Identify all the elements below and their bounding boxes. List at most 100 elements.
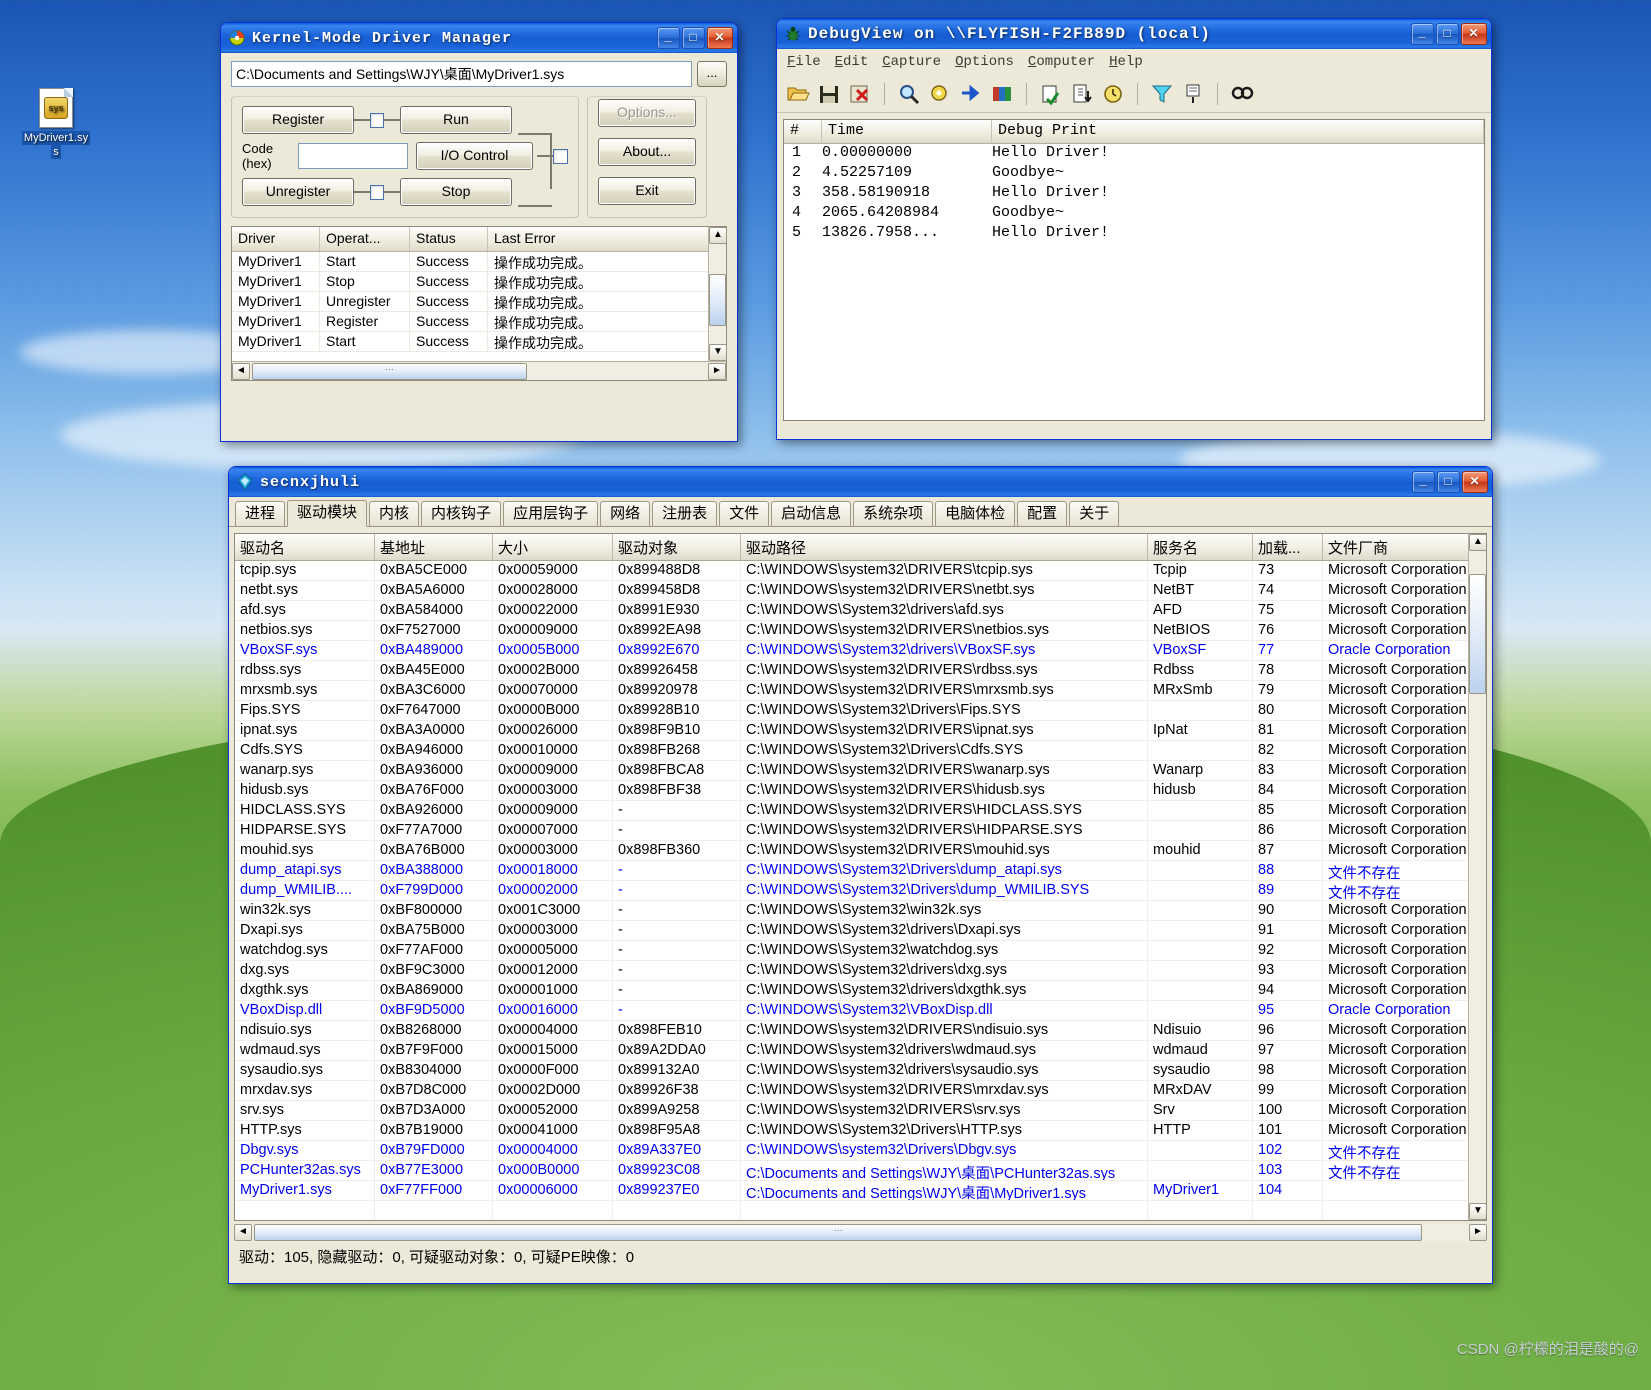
capture-kernel-icon[interactable] <box>958 81 984 107</box>
stop-button[interactable]: Stop <box>399 178 513 206</box>
table-row[interactable]: dxgthk.sys 0xBA869000 0x00001000- C:\WINDOW… <box>235 981 1486 1001</box>
list-item[interactable]: 2 4.52257109 Goodbye~ <box>784 164 1484 184</box>
close-button[interactable]: ✕ <box>1461 23 1487 45</box>
table-row[interactable]: HTTP.sys 0xB7B19000 0x00041000 0x898F95A8 C:… <box>235 1121 1486 1141</box>
capture-win32-icon[interactable] <box>927 81 953 107</box>
menu-item-computer[interactable]: Computer <box>1028 54 1095 70</box>
scroll-track-horizontal[interactable]: ⋯ <box>252 1224 1469 1241</box>
table-row[interactable]: srv.sys 0xB7D3A000 0x00052000 0x899A9258 C:\… <box>235 1101 1486 1121</box>
minimize-button[interactable]: _ <box>1411 23 1434 45</box>
table-row[interactable]: MyDriver1 Stop Success 操作成功完成。 <box>232 272 726 292</box>
menu-item-options[interactable]: Options <box>955 54 1014 70</box>
column-header-load-order[interactable]: 加载... <box>1253 534 1323 560</box>
filter-icon[interactable] <box>1149 81 1175 107</box>
table-row[interactable]: tcpip.sys 0xBA5CE000 0x00059000 0x899488D8 C… <box>235 561 1486 581</box>
save-icon[interactable] <box>816 81 842 107</box>
table-row[interactable]: wanarp.sys 0xBA936000 0x00009000 0x898FBCA8… <box>235 761 1486 781</box>
tab-配置[interactable]: 配置 <box>1017 501 1068 526</box>
driver-path-input[interactable] <box>231 61 692 87</box>
table-row[interactable]: ndisuio.sys 0xB8268000 0x00004000 0x898FEB1… <box>235 1021 1486 1041</box>
table-row[interactable]: HIDCLASS.SYS 0xBA926000 0x00009000- C:\WIND… <box>235 801 1486 821</box>
column-header-driver[interactable]: Driver <box>232 227 320 251</box>
scroll-left-button[interactable]: ◄ <box>232 362 250 380</box>
table-row[interactable]: MyDriver1 Unregister Success 操作成功完成。 <box>232 292 726 312</box>
table-row[interactable]: mrxdav.sys 0xB7D8C000 0x0002D000 0x89926F38… <box>235 1081 1486 1101</box>
maximize-button[interactable]: □ <box>682 27 705 49</box>
autoscroll-icon[interactable] <box>1038 81 1064 107</box>
table-row[interactable]: afd.sys 0xBA584000 0x00022000 0x8991E930 C:\… <box>235 601 1486 621</box>
secnx-horizontal-scrollbar[interactable]: ◄ ⋯ ► <box>234 1223 1487 1242</box>
column-header-size[interactable]: 大小 <box>493 534 613 560</box>
register-button[interactable]: Register <box>242 106 355 134</box>
table-row[interactable]: dump_atapi.sys 0xBA388000 0x00018000- C:\WI… <box>235 861 1486 881</box>
io-control-button[interactable]: I/O Control <box>416 142 533 170</box>
debugview-titlebar[interactable]: DebugView on \\FLYFISH-F2FB89D (local) _… <box>777 19 1491 49</box>
secnx-titlebar[interactable]: secnxjhuli _ □ ✕ <box>229 467 1492 497</box>
desktop-icon-mydriver1[interactable]: sys MyDriver1.sy s <box>8 88 104 159</box>
tab-内核[interactable]: 内核 <box>369 501 420 526</box>
scroll-down-button[interactable]: ▼ <box>709 344 727 361</box>
column-header-driver-object[interactable]: 驱动对象 <box>613 534 741 560</box>
table-row[interactable]: MyDriver1 Start Success 操作成功完成。 <box>232 332 726 352</box>
scroll-thumb-vertical[interactable] <box>709 274 726 326</box>
table-row[interactable]: dxg.sys 0xBF9C3000 0x00012000- C:\WINDOWS\S… <box>235 961 1486 981</box>
capture-events-icon[interactable] <box>989 81 1015 107</box>
minimize-button[interactable]: _ <box>657 27 680 49</box>
list-item[interactable]: 3 358.58190918 Hello Driver! <box>784 184 1484 204</box>
table-row[interactable]: netbios.sys 0xF7527000 0x00009000 0x8992EA9… <box>235 621 1486 641</box>
debugview-output-list[interactable]: # Time Debug Print 1 0.00000000 Hello Driv… <box>783 119 1485 421</box>
maximize-button[interactable]: □ <box>1436 23 1459 45</box>
table-row[interactable]: netbt.sys 0xBA5A6000 0x00028000 0x899458D8 C… <box>235 581 1486 601</box>
list-item[interactable]: 4 2065.64208984 Goodbye~ <box>784 204 1484 224</box>
scroll-track-horizontal[interactable]: ⋯ <box>250 362 708 380</box>
tab-启动信息[interactable]: 启动信息 <box>771 501 852 526</box>
close-button[interactable]: ✕ <box>1462 471 1488 493</box>
scroll-up-button[interactable]: ▲ <box>709 227 727 244</box>
column-header-time[interactable]: Time <box>822 120 992 143</box>
scroll-up-button[interactable]: ▲ <box>1469 534 1486 551</box>
table-row[interactable]: Dxapi.sys 0xBA75B000 0x00003000- C:\WINDOWS… <box>235 921 1486 941</box>
about-button[interactable]: About... <box>598 138 696 166</box>
column-header-base-address[interactable]: 基地址 <box>375 534 493 560</box>
column-header-debug-print[interactable]: Debug Print <box>992 120 1484 143</box>
unregister-button[interactable]: Unregister <box>242 178 355 206</box>
tab-内核钩子[interactable]: 内核钩子 <box>421 501 502 526</box>
table-row[interactable]: MyDriver1.sys 0xF77FF000 0x00006000 0x89923… <box>235 1181 1486 1201</box>
tab-驱动模块[interactable]: 驱动模块 <box>287 500 368 527</box>
column-header-last-error[interactable]: Last Error <box>488 227 726 251</box>
open-icon[interactable] <box>785 81 811 107</box>
column-header-operation[interactable]: Operat... <box>320 227 410 251</box>
find-highlight-icon[interactable] <box>896 81 922 107</box>
kmdm-horizontal-scrollbar[interactable]: ◄ ⋯ ► <box>232 361 726 380</box>
find-icon[interactable] <box>1229 81 1255 107</box>
table-row[interactable]: hidusb.sys 0xBA76F000 0x00003000 0x898FBF38… <box>235 781 1486 801</box>
tab-电脑体检[interactable]: 电脑体检 <box>935 501 1016 526</box>
menu-item-file[interactable]: File <box>787 54 821 70</box>
tab-应用层钩子[interactable]: 应用层钩子 <box>503 501 599 526</box>
clear-icon[interactable] <box>847 81 873 107</box>
table-row[interactable]: Cdfs.SYS 0xBA946000 0x00010000 0x898FB268 C:… <box>235 741 1486 761</box>
scroll-thumb-vertical[interactable] <box>1469 574 1486 694</box>
table-row[interactable]: MyDriver1 Register Success 操作成功完成。 <box>232 312 726 332</box>
scroll-thumb-horizontal[interactable]: ⋯ <box>252 362 527 380</box>
table-row[interactable]: VBoxSF.sys 0xBA489000 0x0005B000 0x8992E670… <box>235 641 1486 661</box>
tab-关于[interactable]: 关于 <box>1069 501 1120 526</box>
table-row[interactable]: ipnat.sys 0xBA3A0000 0x00026000 0x898F9B10 C… <box>235 721 1486 741</box>
secnx-vertical-scrollbar[interactable]: ▲ ▼ <box>1468 534 1486 1220</box>
table-row[interactable]: sysaudio.sys 0xB8304000 0x0000F000 0x899132… <box>235 1061 1486 1081</box>
scroll-right-button[interactable]: ► <box>708 362 726 380</box>
kmdm-vertical-scrollbar[interactable]: ▲ ▼ <box>708 227 727 361</box>
scroll-down-button[interactable]: ▼ <box>1469 1203 1486 1220</box>
scroll-thumb-horizontal[interactable]: ⋯ <box>254 1224 1423 1241</box>
table-row[interactable]: watchdog.sys 0xF77AF000 0x00005000- C:\WIND… <box>235 941 1486 961</box>
table-row[interactable]: mouhid.sys 0xBA76B000 0x00003000 0x898FB360… <box>235 841 1486 861</box>
clock-icon[interactable] <box>1100 81 1126 107</box>
table-row[interactable]: dump_WMILIB.... 0xF799D000 0x00002000- C:\W… <box>235 881 1486 901</box>
table-row[interactable]: rdbss.sys 0xBA45E000 0x0002B000 0x89926458 C… <box>235 661 1486 681</box>
tab-进程[interactable]: 进程 <box>235 501 286 526</box>
table-row[interactable]: mrxsmb.sys 0xBA3C6000 0x00070000 0x89920978… <box>235 681 1486 701</box>
exit-button[interactable]: Exit <box>598 177 696 205</box>
column-header-file-vendor[interactable]: 文件厂商 <box>1323 534 1486 560</box>
column-header-status[interactable]: Status <box>410 227 488 251</box>
scroll-left-button[interactable]: ◄ <box>234 1224 252 1241</box>
